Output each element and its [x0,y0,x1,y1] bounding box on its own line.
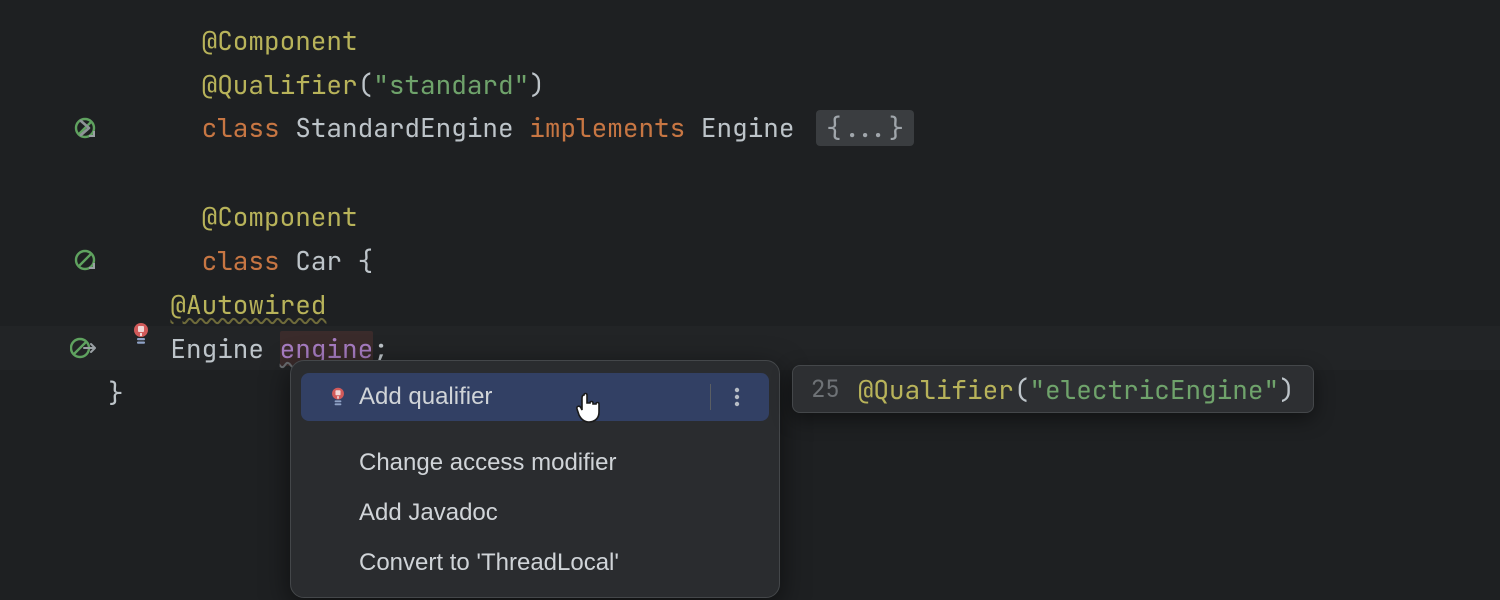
popup-gap [291,423,779,437]
preview-line-number: 25 [811,374,840,405]
preview-punct: ( [1014,372,1030,407]
intention-popup[interactable]: Add qualifier Change access modifier Add… [290,360,780,598]
type-name: Engine [170,331,264,366]
intention-item-convert-threadlocal[interactable]: Convert to 'ThreadLocal' [301,539,769,587]
code-line: class StandardEngine implements Engine {… [0,106,1500,150]
error-bulb-icon [323,386,353,408]
quickfix-preview-tooltip: 25 @Qualifier("electricEngine") [792,365,1314,413]
intention-item-label: Change access modifier [359,449,749,477]
type-name: Car [295,243,342,278]
intention-item-label: Convert to 'ThreadLocal' [359,549,749,577]
gutter[interactable] [0,117,108,139]
preview-annotation: @Qualifier [858,372,1014,407]
fold-chevron-icon[interactable] [78,48,203,208]
separator [710,384,711,410]
preview-punct: ) [1279,372,1295,407]
keyword: class [202,110,280,145]
gutter[interactable] [0,249,108,271]
intention-item-change-access[interactable]: Change access modifier [301,439,769,487]
gutter[interactable] [0,337,108,359]
annotation: @Autowired [170,287,326,322]
autowire-gutter-icon[interactable] [70,337,96,359]
brace: } [108,375,124,410]
intention-item-add-qualifier[interactable]: Add qualifier [301,373,769,421]
keyword: class [202,243,280,278]
intention-item-label: Add Javadoc [359,499,749,527]
intention-bulb-icon[interactable] [128,320,154,346]
more-options-icon[interactable] [725,386,749,408]
keyword: implements [529,110,685,145]
type-name: StandardEngine [295,110,513,145]
intention-item-add-javadoc[interactable]: Add Javadoc [301,489,769,537]
brace: { [358,243,374,278]
code-line: class Car { [0,238,1500,282]
intention-item-label: Add qualifier [359,383,700,411]
code-line: @Autowired [0,282,1500,326]
bean-gutter-icon[interactable] [74,249,96,271]
type-name: Engine [701,110,795,145]
folded-region[interactable]: {...} [816,110,914,146]
preview-string: "electricEngine" [1029,372,1279,407]
code-editor[interactable]: @Component @Qualifier("standard") class … [0,0,1500,414]
